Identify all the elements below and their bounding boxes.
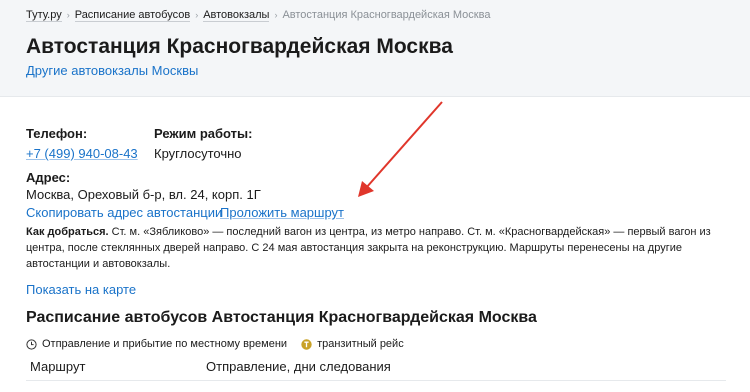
breadcrumb-bus-schedule[interactable]: Расписание автобусов [74, 9, 191, 22]
build-route-link[interactable]: Проложить маршрут [220, 205, 344, 221]
page-title: Автостанция Красногвардейская Москва [26, 35, 453, 58]
hours-value: Круглосуточно [154, 146, 242, 161]
directions-label: Как добраться. [26, 226, 109, 238]
breadcrumb-tutu[interactable]: Туту.ру [26, 9, 62, 22]
column-departure: Отправление, дни следования [206, 359, 391, 374]
breadcrumb-separator: › [66, 10, 70, 20]
breadcrumb-bus-stations[interactable]: Автовокзалы [203, 9, 270, 22]
copy-address-link[interactable]: Скопировать адрес автостанции [26, 205, 222, 221]
legend-local-time: Отправление и прибытие по местному време… [42, 338, 288, 350]
phone-label: Телефон: [26, 126, 88, 141]
schedule-legend: Отправление и прибытие по местному време… [26, 336, 404, 352]
legend-transit: транзитный рейс [317, 338, 404, 350]
show-on-map-link[interactable]: Показать на карте [26, 282, 136, 298]
directions-body: Ст. м. «Зябликово» — последний вагон из … [26, 226, 711, 270]
transit-icon [301, 338, 312, 350]
address-label: Адрес: [26, 170, 71, 185]
schedule-title: Расписание автобусов Автостанция Красног… [26, 309, 537, 326]
clock-icon [26, 338, 37, 350]
address-value: Москва, Ореховый б-р, вл. 24, корп. 1Г [26, 187, 261, 202]
hours-label: Режим работы: [154, 126, 253, 141]
column-route: Маршрут [30, 359, 86, 374]
table-divider [26, 380, 726, 381]
breadcrumb-current: Автостанция Красногвардейская Москва [282, 9, 491, 21]
other-stations-link[interactable]: Другие автовокзалы Москвы [26, 63, 198, 79]
breadcrumb-separator: › [274, 10, 278, 20]
breadcrumb-separator: › [195, 10, 199, 20]
phone-link[interactable]: +7 (499) 940-08-43 [26, 146, 138, 162]
directions-text: Как добраться. Ст. м. «Зябликово» — посл… [26, 224, 726, 272]
breadcrumb: Туту.ру › Расписание автобусов › Автовокзалы… [26, 8, 490, 22]
